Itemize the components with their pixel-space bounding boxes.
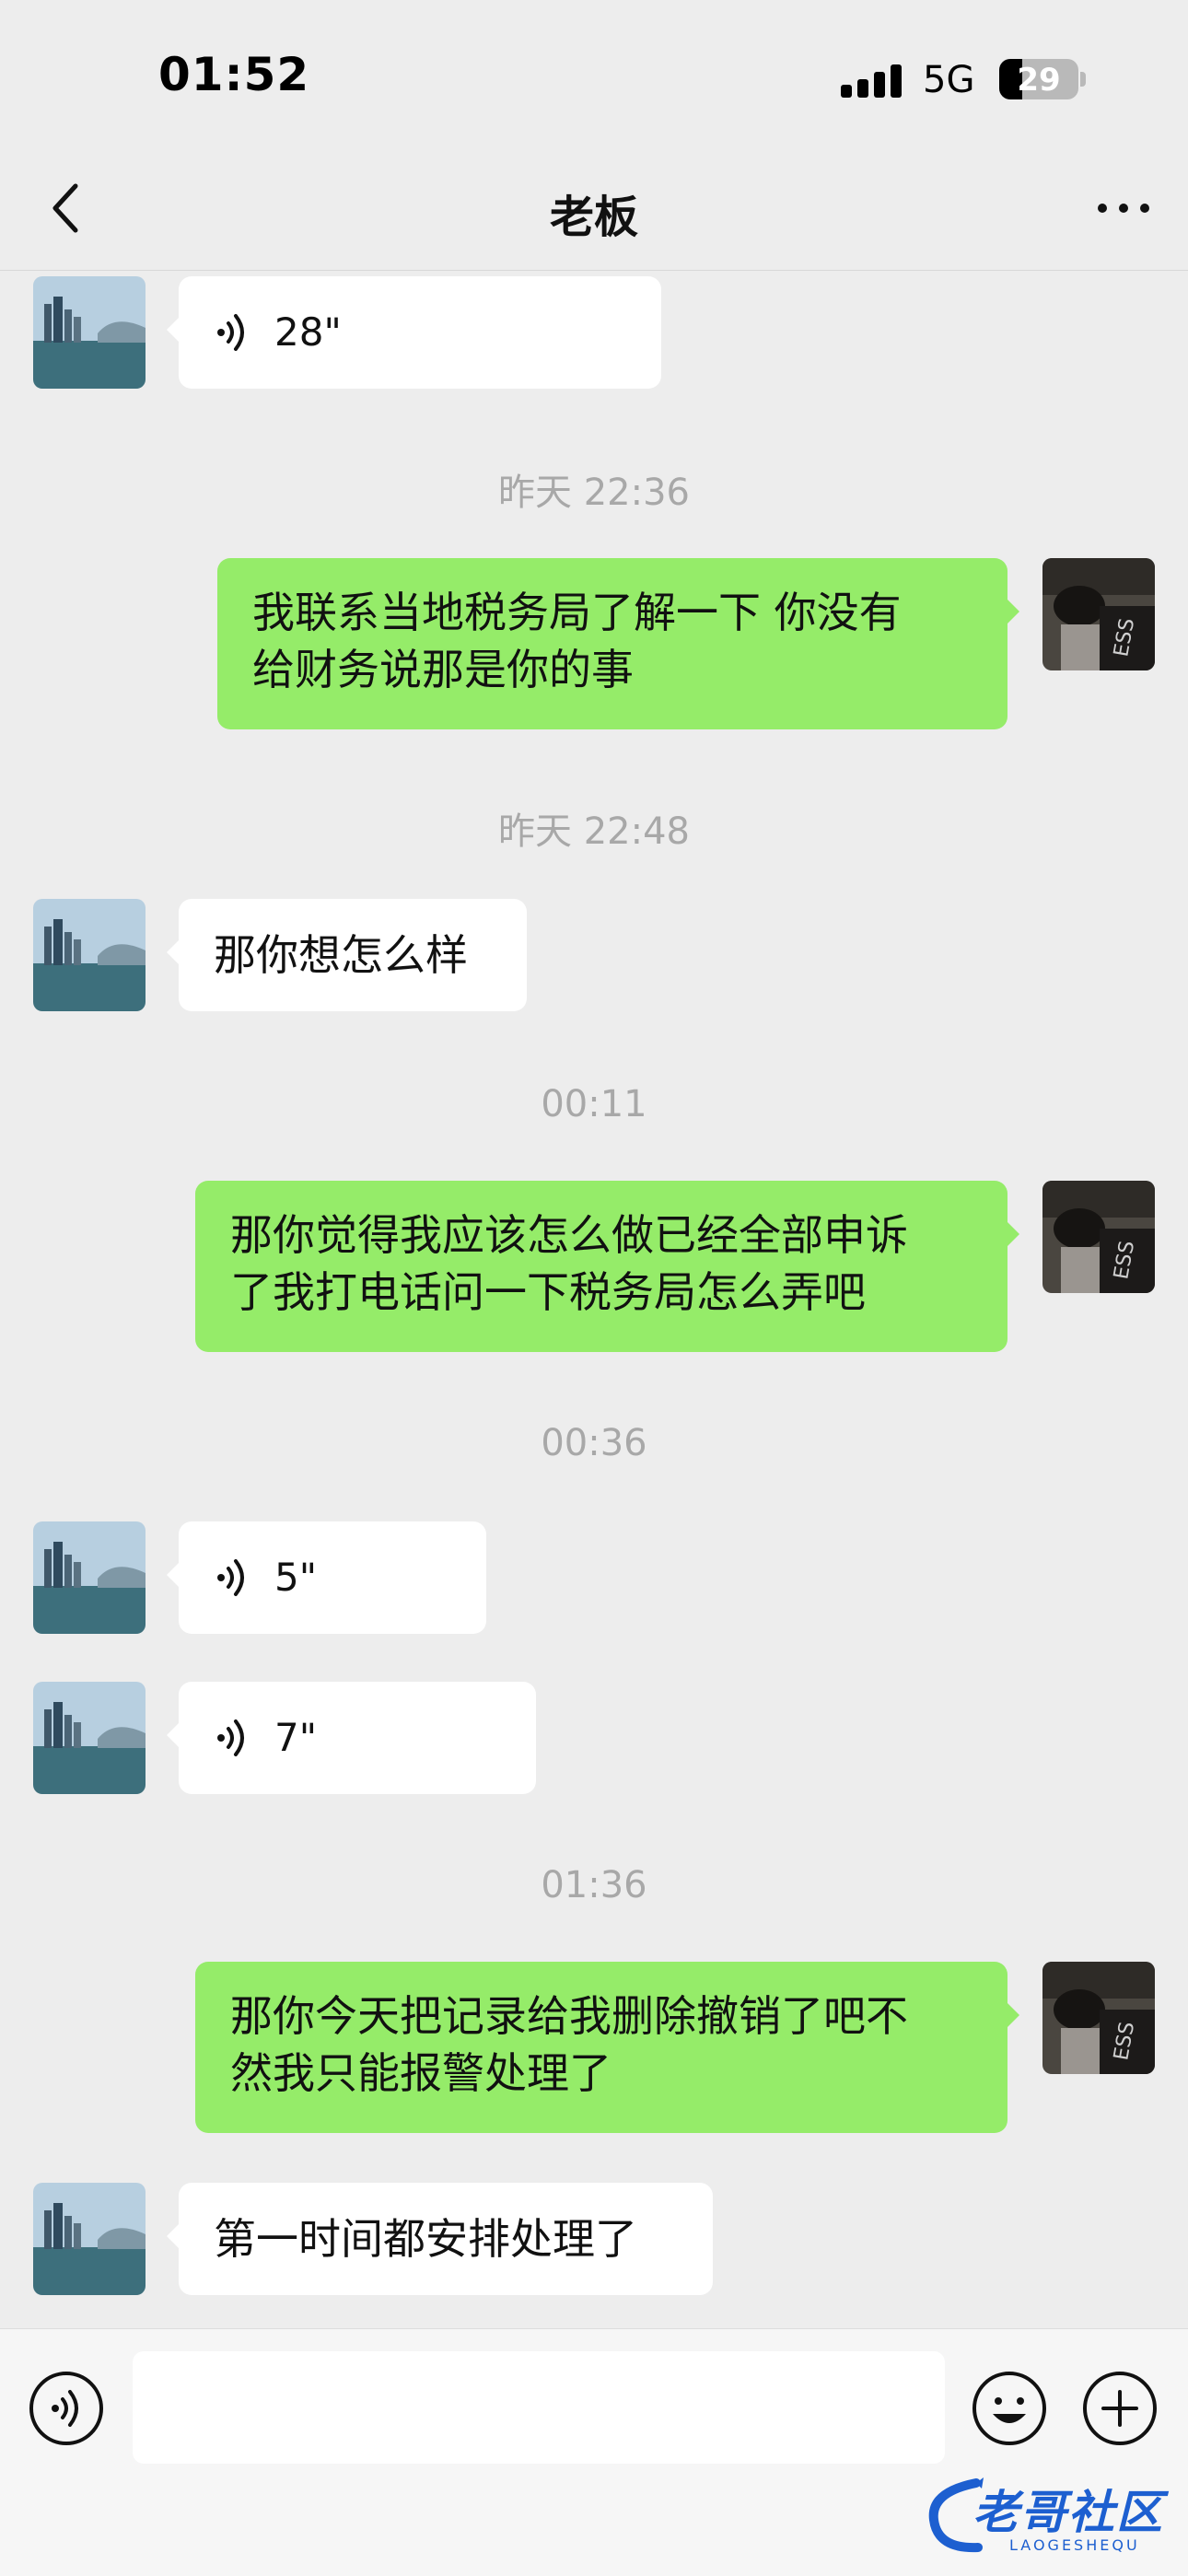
contact-avatar[interactable] bbox=[33, 2183, 146, 2295]
incoming-message-bubble[interactable]: 那你想怎么样 bbox=[167, 899, 527, 1011]
contact-avatar[interactable] bbox=[33, 276, 146, 389]
message-timestamp: 00:36 bbox=[541, 1422, 647, 1464]
avatar-image bbox=[33, 1521, 146, 1634]
voice-duration: 28" bbox=[274, 309, 342, 355]
voice-message-bubble[interactable]: 7" bbox=[167, 1682, 536, 1794]
voice-message-bubble[interactable]: 5" bbox=[167, 1521, 486, 1634]
voice-message-bubble[interactable]: 28" bbox=[167, 276, 661, 389]
my-avatar[interactable]: ESS bbox=[1042, 558, 1155, 670]
battery-level: 29 bbox=[1017, 62, 1061, 99]
message-text: 那你想怎么样 bbox=[214, 930, 468, 980]
emoji-button[interactable] bbox=[971, 2370, 1048, 2447]
ellipsis-icon bbox=[1098, 204, 1149, 213]
contact-avatar[interactable] bbox=[33, 899, 146, 1011]
status-bar: 01:52 5G 29 bbox=[0, 0, 1188, 147]
avatar-image: ESS bbox=[1042, 1181, 1155, 1293]
message-timestamp: 昨天 22:36 bbox=[498, 472, 690, 514]
outgoing-message-bubble[interactable]: 我联系当地税务局了解一下 你没有 给财务说那是你的事 bbox=[217, 558, 1019, 729]
message-text-line: 那你觉得我应该怎么做已经全部申诉 bbox=[230, 1210, 908, 1260]
smiley-icon bbox=[973, 2372, 1046, 2445]
avatar-image: ESS bbox=[1042, 1962, 1155, 2074]
avatar-image bbox=[33, 1682, 146, 1794]
outgoing-message-bubble[interactable]: 那你今天把记录给我删除撤销了吧不 然我只能报警处理了 bbox=[195, 1962, 1019, 2133]
message-input[interactable] bbox=[133, 2351, 945, 2464]
message-text-line: 了我打电话问一下税务局怎么弄吧 bbox=[230, 1267, 866, 1317]
voice-wave-icon bbox=[217, 314, 244, 351]
battery-icon: 29 bbox=[999, 59, 1078, 99]
avatar-image bbox=[33, 899, 146, 1011]
avatar-image: ESS bbox=[1042, 558, 1155, 670]
voice-duration: 5" bbox=[274, 1555, 318, 1600]
avatar-image bbox=[33, 276, 146, 389]
outgoing-message-bubble[interactable]: 那你觉得我应该怎么做已经全部申诉 了我打电话问一下税务局怎么弄吧 bbox=[195, 1181, 1019, 1352]
contact-avatar[interactable] bbox=[33, 1521, 146, 1634]
battery-tip bbox=[1080, 72, 1086, 87]
voice-wave-icon bbox=[29, 2372, 103, 2445]
voice-input-button[interactable] bbox=[28, 2370, 105, 2447]
my-avatar[interactable]: ESS bbox=[1042, 1962, 1155, 2074]
message-timestamp: 01:36 bbox=[541, 1864, 647, 1906]
watermark-text: 老哥社区 bbox=[973, 2486, 1164, 2539]
more-actions-button[interactable] bbox=[1081, 2370, 1159, 2447]
message-text-line: 我联系当地税务局了解一下 你没有 bbox=[252, 588, 902, 637]
watermark-logo: 老哥社区 LAOGESHEQU bbox=[921, 2470, 1179, 2562]
voice-duration: 7" bbox=[274, 1715, 318, 1760]
voice-wave-icon bbox=[217, 1559, 244, 1596]
chat-header: 老板 bbox=[0, 147, 1188, 271]
message-text-line: 给财务说那是你的事 bbox=[252, 645, 634, 694]
contact-avatar[interactable] bbox=[33, 1682, 146, 1794]
chat-title: 老板 bbox=[549, 192, 638, 243]
my-avatar[interactable]: ESS bbox=[1042, 1181, 1155, 1293]
network-type: 5G bbox=[923, 59, 975, 101]
message-timestamp: 昨天 22:48 bbox=[498, 810, 690, 853]
plus-circle-icon bbox=[1083, 2372, 1157, 2445]
watermark-subtext: LAOGESHEQU bbox=[1009, 2536, 1140, 2554]
avatar-image bbox=[33, 2183, 146, 2295]
status-time: 01:52 bbox=[158, 48, 310, 101]
voice-wave-icon bbox=[217, 1719, 244, 1756]
message-timestamp: 00:11 bbox=[541, 1083, 647, 1125]
signal-icon bbox=[841, 61, 905, 98]
incoming-message-bubble[interactable]: 第一时间都安排处理了 bbox=[167, 2183, 713, 2295]
message-text-line: 那你今天把记录给我删除撤销了吧不 bbox=[230, 1991, 908, 2041]
message-text: 第一时间都安排处理了 bbox=[214, 2214, 637, 2264]
more-button[interactable] bbox=[1087, 175, 1160, 241]
message-text-line: 然我只能报警处理了 bbox=[230, 2048, 611, 2098]
